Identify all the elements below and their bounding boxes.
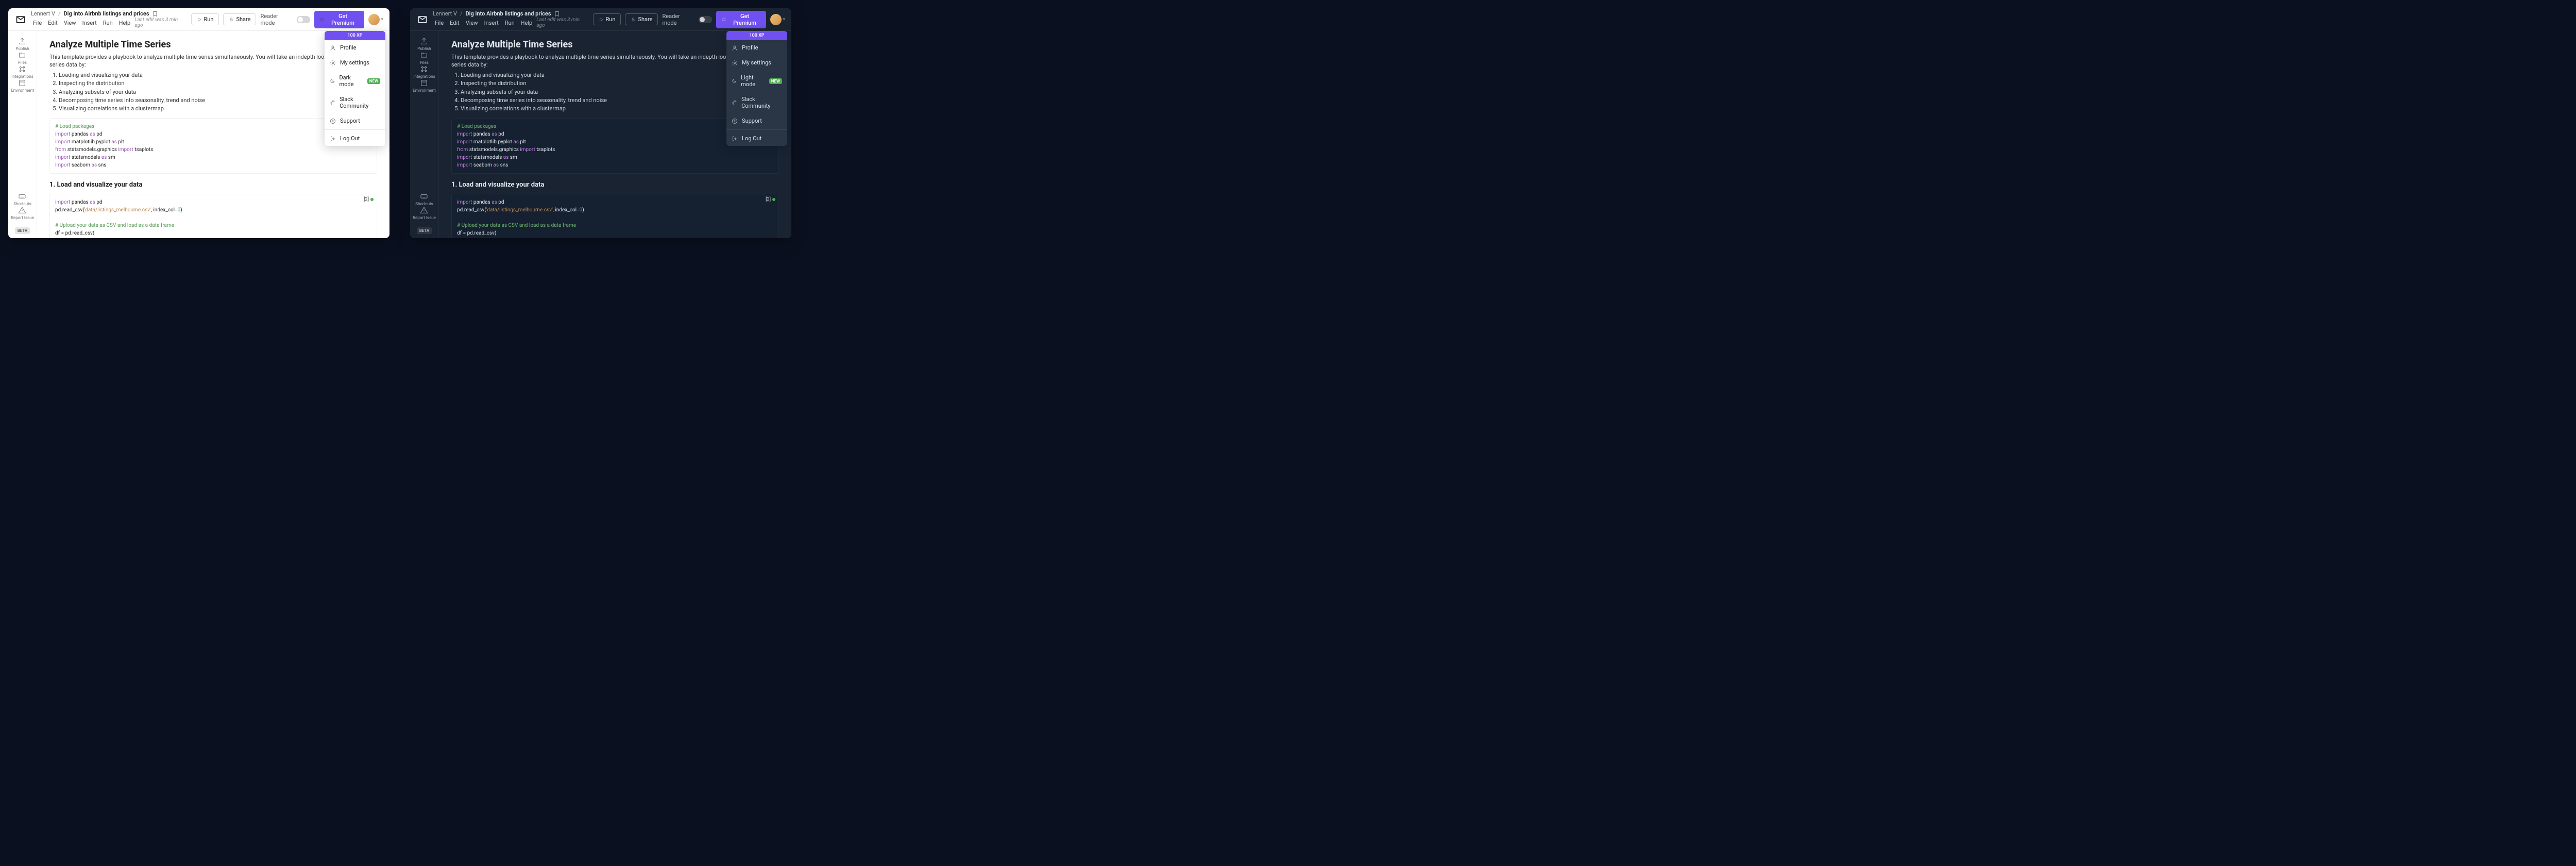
reader-mode-toggle[interactable]: Reader mode (662, 13, 711, 26)
menu-run[interactable]: Run (505, 20, 515, 26)
user-dropdown: 100 XP ProfileMy settingsLight modeNEWSl… (726, 31, 787, 146)
user-dropdown: 100 XP ProfileMy settingsDark modeNEWSla… (325, 31, 385, 146)
sidebar-integrations[interactable]: Integrations (413, 65, 436, 79)
run-button[interactable]: Run (191, 13, 219, 25)
sidebar-env[interactable]: Environment (413, 79, 436, 93)
logo[interactable] (416, 13, 429, 26)
topbar: Lennert V / Dig into Airbnb listings and… (410, 8, 791, 31)
app-light: Lennert V / Dig into Airbnb listings and… (8, 8, 389, 238)
menu-edit[interactable]: Edit (48, 20, 58, 26)
sidebar-keyboard[interactable]: Shortcuts (11, 192, 34, 206)
section-heading: 1. Load and visualize your data (49, 181, 377, 189)
menu-run[interactable]: Run (103, 20, 113, 26)
crumb-title[interactable]: Dig into Airbnb listings and prices (64, 10, 149, 17)
crumb-title[interactable]: Dig into Airbnb listings and prices (466, 10, 551, 17)
last-edit: Last edit was 3 min ago (134, 17, 187, 28)
logo[interactable] (14, 13, 27, 26)
logout-item[interactable]: Log Out (726, 131, 787, 146)
sidebar-publish[interactable]: Publish (413, 37, 436, 51)
menu-insert[interactable]: Insert (484, 20, 499, 26)
breadcrumb: Lennert V / Dig into Airbnb listings and… (433, 10, 589, 28)
menu-help[interactable]: Help (119, 20, 131, 26)
menu-help[interactable]: Help (521, 20, 533, 26)
code-cell-2[interactable]: [2]import pandas as pdpd.read_csv('data/… (49, 194, 377, 238)
dd-slack[interactable]: Slack Community (726, 92, 787, 113)
share-button[interactable]: Share (625, 13, 658, 25)
dd-user[interactable]: Profile (325, 40, 385, 55)
beta-badge: BETA (15, 227, 30, 234)
menu-edit[interactable]: Edit (450, 20, 460, 26)
last-edit: Last edit was 3 min ago (536, 17, 588, 28)
menu-insert[interactable]: Insert (82, 20, 97, 26)
sidebar: PublishFilesIntegrationsEnvironment Shor… (410, 31, 439, 238)
menubar: File Edit View Insert Run Help (435, 20, 532, 26)
sidebar: PublishFilesIntegrationsEnvironment Shor… (8, 31, 37, 238)
avatar-menu[interactable]: ▾ (368, 14, 383, 25)
dd-gear[interactable]: My settings (726, 55, 787, 70)
dd-moon[interactable]: Dark modeNEW (325, 70, 385, 92)
logout-item[interactable]: Log Out (325, 131, 385, 146)
dd-help[interactable]: Support (726, 113, 787, 128)
menubar: File Edit View Insert Run Help (33, 20, 130, 26)
bookmark-icon[interactable] (152, 11, 158, 17)
menu-file[interactable]: File (33, 20, 42, 26)
dd-user[interactable]: Profile (726, 40, 787, 55)
section-heading: 1. Load and visualize your data (451, 181, 779, 189)
menu-view[interactable]: View (466, 20, 478, 26)
code-cell-2[interactable]: [2]import pandas as pdpd.read_csv('data/… (451, 194, 779, 238)
breadcrumb: Lennert V / Dig into Airbnb listings and… (31, 10, 187, 28)
sidebar-integrations[interactable]: Integrations (11, 65, 34, 79)
dd-moon[interactable]: Light modeNEW (726, 70, 787, 92)
sidebar-warning[interactable]: Report Issue (11, 206, 34, 220)
sidebar-files[interactable]: Files (413, 51, 436, 65)
menu-view[interactable]: View (64, 20, 76, 26)
crumb-user[interactable]: Lennert V (433, 10, 457, 17)
xp-bar: 100 XP (325, 31, 385, 40)
sidebar-env[interactable]: Environment (11, 79, 34, 93)
sidebar-files[interactable]: Files (11, 51, 34, 65)
sidebar-warning[interactable]: Report Issue (413, 206, 436, 220)
bookmark-icon[interactable] (554, 11, 560, 17)
dd-gear[interactable]: My settings (325, 55, 385, 70)
avatar-menu[interactable]: ▾ (770, 14, 785, 25)
xp-bar: 100 XP (726, 31, 787, 40)
avatar (368, 14, 380, 25)
sidebar-publish[interactable]: Publish (11, 37, 34, 51)
topbar: Lennert V / Dig into Airbnb listings and… (8, 8, 389, 31)
get-premium-button[interactable]: Get Premium (314, 11, 365, 28)
reader-mode-toggle[interactable]: Reader mode (260, 13, 310, 26)
crumb-user[interactable]: Lennert V (31, 10, 55, 17)
app-dark: Lennert V / Dig into Airbnb listings and… (410, 8, 791, 238)
menu-file[interactable]: File (435, 20, 444, 26)
sidebar-keyboard[interactable]: Shortcuts (413, 192, 436, 206)
dd-slack[interactable]: Slack Community (325, 92, 385, 113)
get-premium-button[interactable]: Get Premium (716, 11, 767, 28)
run-button[interactable]: Run (593, 13, 621, 25)
dd-help[interactable]: Support (325, 113, 385, 128)
avatar (770, 14, 782, 25)
share-button[interactable]: Share (223, 13, 256, 25)
beta-badge: BETA (417, 227, 432, 234)
